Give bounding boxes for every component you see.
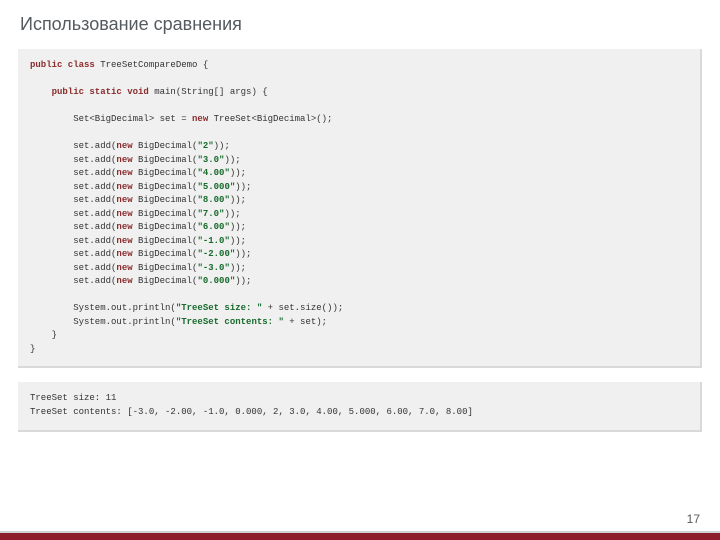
- code-text: ));: [230, 263, 246, 273]
- code-text: ));: [230, 195, 246, 205]
- code-text: set.add(: [30, 249, 116, 259]
- code-text: main(String[] args) {: [149, 87, 268, 97]
- code-str: "8.00": [197, 195, 229, 205]
- code-text: ));: [224, 155, 240, 165]
- code-kw: new: [116, 276, 132, 286]
- code-text: ));: [230, 222, 246, 232]
- code-str: "0.000": [197, 276, 235, 286]
- code-kw: new: [192, 114, 208, 124]
- code-kw: new: [116, 182, 132, 192]
- code-text: set.add(: [30, 155, 116, 165]
- code-text: ));: [235, 276, 251, 286]
- code-text: System.out.println(: [30, 303, 176, 313]
- code-kw: new: [116, 222, 132, 232]
- code-kw: new: [116, 263, 132, 273]
- code-kw: new: [116, 155, 132, 165]
- code-text: }: [30, 330, 57, 340]
- code-text: set.add(: [30, 195, 116, 205]
- code-text: BigDecimal(: [133, 222, 198, 232]
- code-str: "-3.0": [197, 263, 229, 273]
- code-text: ));: [230, 168, 246, 178]
- code-block: public class TreeSetCompareDemo { public…: [18, 49, 702, 368]
- code-text: BigDecimal(: [133, 141, 198, 151]
- code-kw: public class: [30, 60, 95, 70]
- code-kw: new: [116, 168, 132, 178]
- code-text: set.add(: [30, 236, 116, 246]
- code-text: set.add(: [30, 263, 116, 273]
- code-text: BigDecimal(: [133, 168, 198, 178]
- code-text: set.add(: [30, 141, 116, 151]
- code-text: set.add(: [30, 276, 116, 286]
- code-text: BigDecimal(: [133, 209, 198, 219]
- footer-bar: [0, 533, 720, 540]
- code-text: BigDecimal(: [133, 263, 198, 273]
- code-str: "TreeSet size: ": [176, 303, 262, 313]
- code-text: BigDecimal(: [133, 182, 198, 192]
- code-text: BigDecimal(: [133, 236, 198, 246]
- code-text: BigDecimal(: [133, 195, 198, 205]
- code-kw: public static void: [30, 87, 149, 97]
- code-text: BigDecimal(: [133, 249, 198, 259]
- code-str: "4.00": [197, 168, 229, 178]
- output-line: TreeSet contents: [-3.0, -2.00, -1.0, 0.…: [30, 407, 473, 417]
- code-text: set.add(: [30, 209, 116, 219]
- code-text: set.add(: [30, 182, 116, 192]
- code-text: BigDecimal(: [133, 155, 198, 165]
- code-str: "7.0": [197, 209, 224, 219]
- code-str: "3.0": [197, 155, 224, 165]
- code-text: TreeSet<BigDecimal>();: [208, 114, 332, 124]
- code-str: "-1.0": [197, 236, 229, 246]
- code-text: BigDecimal(: [133, 276, 198, 286]
- code-text: ));: [214, 141, 230, 151]
- code-kw: new: [116, 209, 132, 219]
- code-text: System.out.println(: [30, 317, 176, 327]
- code-kw: new: [116, 249, 132, 259]
- code-str: "5.000": [197, 182, 235, 192]
- code-text: TreeSetCompareDemo {: [95, 60, 208, 70]
- slide-title: Использование сравнения: [20, 14, 702, 35]
- code-str: "2": [197, 141, 213, 151]
- code-text: + set.size());: [262, 303, 343, 313]
- code-text: ));: [230, 236, 246, 246]
- code-kw: new: [116, 236, 132, 246]
- page-number: 17: [687, 512, 700, 526]
- code-kw: new: [116, 141, 132, 151]
- code-text: + set);: [284, 317, 327, 327]
- code-str: "6.00": [197, 222, 229, 232]
- code-text: ));: [235, 249, 251, 259]
- code-text: ));: [224, 209, 240, 219]
- code-text: set.add(: [30, 168, 116, 178]
- output-line: TreeSet size: 11: [30, 393, 116, 403]
- code-str: "TreeSet contents: ": [176, 317, 284, 327]
- code-text: }: [30, 344, 35, 354]
- slide: Использование сравнения public class Tre…: [0, 0, 720, 540]
- code-kw: new: [116, 195, 132, 205]
- output-block: TreeSet size: 11 TreeSet contents: [-3.0…: [18, 382, 702, 432]
- code-text: Set<BigDecimal> set =: [30, 114, 192, 124]
- code-str: "-2.00": [197, 249, 235, 259]
- code-text: set.add(: [30, 222, 116, 232]
- code-text: ));: [235, 182, 251, 192]
